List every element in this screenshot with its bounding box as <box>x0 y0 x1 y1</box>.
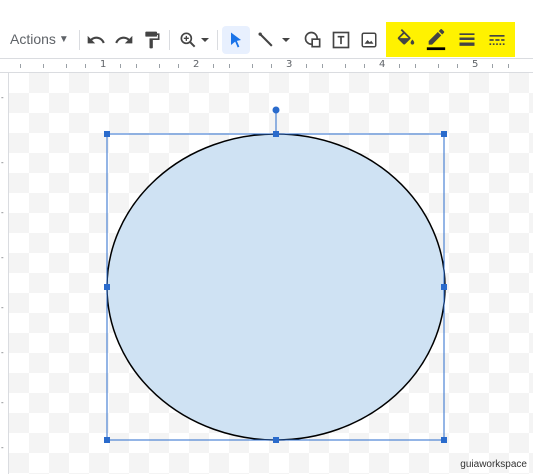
resize-handle-top-right[interactable] <box>441 131 447 137</box>
watermark: guiaworkspace <box>460 459 527 470</box>
resize-handle-bottom-right[interactable] <box>441 437 447 443</box>
resize-handle-left[interactable] <box>104 284 110 290</box>
resize-handle-top[interactable] <box>273 131 279 137</box>
rotate-handle[interactable] <box>272 106 280 114</box>
resize-handle-top-left[interactable] <box>104 131 110 137</box>
resize-handle-bottom[interactable] <box>273 437 279 443</box>
shape-layer <box>104 106 447 443</box>
resize-handle-bottom-left[interactable] <box>104 437 110 443</box>
ellipse-shape[interactable] <box>106 133 446 441</box>
resize-handle-right[interactable] <box>441 284 447 290</box>
